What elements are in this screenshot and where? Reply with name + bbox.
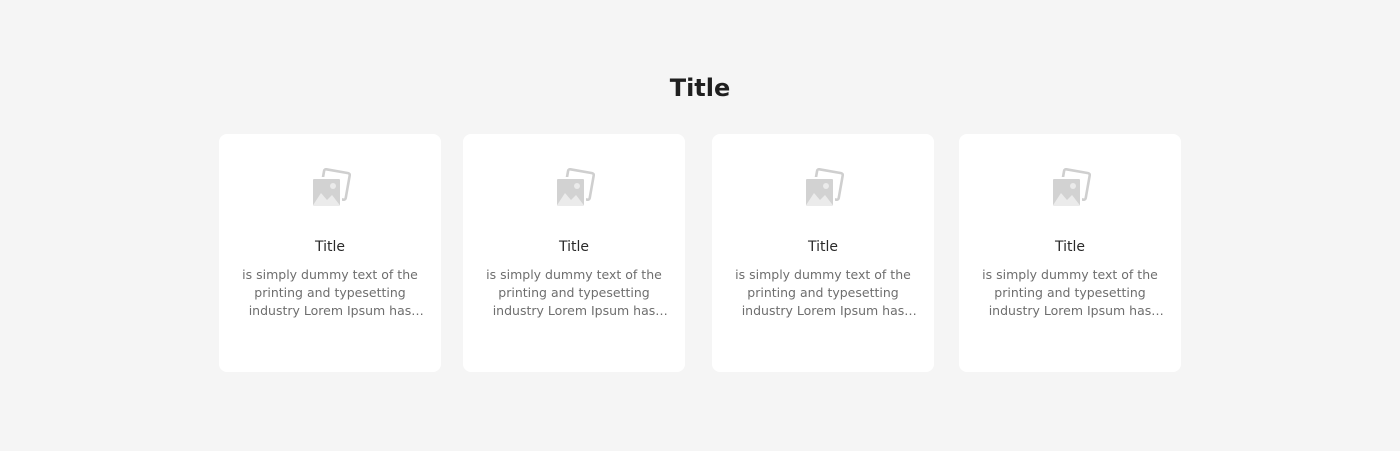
feature-card-3[interactable]: Title is simply dummy text of the printi… [712, 134, 934, 372]
card-title: Title [314, 239, 345, 255]
feature-card-4[interactable]: Title is simply dummy text of the printi… [959, 134, 1181, 372]
card-description: is simply dummy text of the printing and… [735, 267, 911, 318]
card-description: is simply dummy text of the printing and… [982, 267, 1158, 318]
image-placeholder-icon [309, 168, 351, 210]
feature-card-2[interactable]: Title is simply dummy text of the printi… [463, 134, 685, 372]
image-placeholder-icon [553, 168, 595, 210]
image-placeholder-icon [1049, 168, 1091, 210]
feature-card-1[interactable]: Title is simply dummy text of the printi… [219, 134, 441, 372]
card-description: is simply dummy text of the printing and… [486, 267, 662, 318]
card-description: is simply dummy text of the printing and… [242, 267, 418, 318]
card-title: Title [807, 239, 838, 255]
card-title: Title [1054, 239, 1085, 255]
card-title: Title [558, 239, 589, 255]
section-title: Title [669, 74, 731, 102]
image-placeholder-icon [802, 168, 844, 210]
